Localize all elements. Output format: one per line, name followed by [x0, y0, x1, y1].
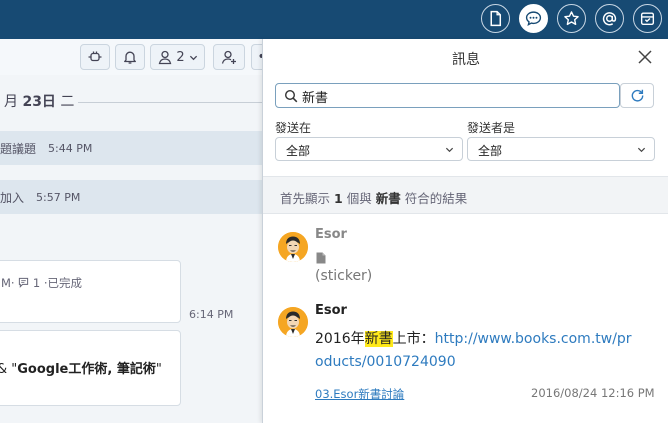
task-card-meta-text: M‧	[1, 276, 19, 290]
note-card-title: & "Google工作術, 筆記術"	[0, 358, 162, 377]
note-card-bold: Google工作術, 筆記術	[17, 362, 156, 377]
filter-in-label: 發送在	[275, 121, 312, 135]
user-icon	[159, 50, 172, 65]
message-text-pre: 2016年	[315, 331, 365, 347]
member-count: 2	[176, 49, 185, 65]
message-text-post: 上市：	[392, 331, 435, 347]
system-message-time: 5:44 PM	[48, 141, 93, 155]
result-summary-pre: 首先顯示	[280, 191, 331, 206]
note-card-suffix: "	[155, 362, 162, 377]
document-icon	[490, 10, 502, 27]
messages-button[interactable]	[519, 4, 548, 33]
chevron-down-icon	[445, 147, 454, 153]
avatar-face-icon	[278, 307, 308, 337]
integration-button[interactable]	[80, 44, 110, 70]
notification-button[interactable]	[115, 44, 145, 70]
result-count: 1	[334, 191, 343, 206]
star-icon	[564, 11, 579, 26]
task-card-comment-count: 1	[32, 276, 41, 290]
add-user-icon	[221, 50, 236, 64]
plug-icon	[88, 51, 102, 62]
comment-icon	[19, 277, 29, 288]
system-message-time: 5:57 PM	[36, 190, 81, 204]
task-card-meta: M‧ 1 ‧已完成	[1, 275, 82, 291]
task-card[interactable]: M‧ 1 ‧已完成	[0, 260, 181, 323]
close-button[interactable]	[636, 48, 654, 66]
date-weekday: 二	[60, 94, 75, 110]
search-box	[275, 83, 620, 108]
panel-title: 訊息	[452, 52, 480, 68]
result-summary: 首先顯示 1 個與 新書 符合的結果	[280, 188, 467, 207]
chevron-down-icon	[189, 55, 197, 60]
search-input[interactable]	[302, 87, 602, 105]
close-icon	[638, 50, 652, 64]
system-message-text: 加入	[0, 190, 25, 205]
chat-toolbar: 2 •	[0, 39, 262, 75]
filter-sender-select[interactable]: 全部	[467, 137, 655, 161]
filter-in-select[interactable]: 全部	[275, 137, 463, 161]
date-day: 23日	[22, 94, 56, 110]
message-sender: Esor	[315, 303, 347, 318]
note-card-prefix: & "	[0, 362, 18, 377]
starred-button[interactable]	[557, 4, 586, 33]
avatar[interactable]	[278, 232, 308, 262]
chat-background: 2 • 月 23日 二 題議題 5:44 PM 加入 5:57 PM M‧ 1 …	[0, 39, 262, 423]
task-card-time: 6:14 PM	[189, 308, 234, 321]
chevron-down-icon	[637, 147, 646, 153]
files-button[interactable]	[481, 4, 510, 33]
date-month: 月	[4, 94, 18, 110]
search-highlight: 新書	[364, 331, 393, 347]
add-member-button[interactable]	[213, 44, 245, 70]
system-message-row: 加入 5:57 PM	[0, 180, 262, 214]
result-search-term: 新書	[375, 191, 401, 206]
message-search-panel: 訊息 發送在 發送者是 全部 全部 首先顯示 1 個與 新書 符合的結果	[262, 39, 668, 423]
members-button[interactable]: 2	[150, 44, 205, 70]
avatar-face-icon	[278, 232, 308, 262]
inbox-button[interactable]	[633, 4, 662, 33]
mentions-button[interactable]	[595, 4, 624, 33]
search-icon	[284, 89, 298, 103]
top-navigation-bar	[0, 0, 668, 39]
refresh-button[interactable]	[620, 83, 654, 108]
system-message-text: 題議題	[0, 141, 37, 156]
refresh-icon	[631, 89, 643, 102]
message-sender: Esor	[315, 227, 347, 242]
date-divider: 月 23日 二	[4, 91, 74, 111]
filter-in-value: 全部	[286, 144, 311, 158]
message-timestamp: 2016/08/24 12:16 PM	[531, 386, 655, 400]
date-divider-line	[78, 102, 262, 103]
message-channel-link[interactable]: 03.Esor新書討論	[315, 386, 404, 402]
note-card[interactable]: & "Google工作術, 筆記術"	[0, 330, 181, 406]
bell-icon	[124, 51, 136, 64]
top-icon-group	[481, 4, 662, 33]
system-message-row: 題議題 5:44 PM	[0, 131, 262, 165]
inbox-icon	[640, 12, 655, 26]
task-card-status: ‧已完成	[43, 276, 83, 290]
result-summary-mid: 個與	[346, 191, 372, 206]
at-sign-icon	[602, 12, 617, 26]
filter-sender-value: 全部	[478, 144, 503, 158]
more-button[interactable]: •	[251, 44, 262, 70]
file-icon	[316, 249, 326, 264]
message-text: (sticker)	[315, 268, 373, 284]
result-summary-post: 符合的結果	[404, 191, 468, 206]
filter-sender-label: 發送者是	[467, 121, 516, 135]
avatar[interactable]	[278, 307, 308, 337]
result-summary-bar: 首先顯示 1 個與 新書 符合的結果	[263, 176, 668, 214]
chat-bubble-icon	[525, 11, 542, 26]
message-text: 2016年新書上市：http://www.books.com.tw/produc…	[315, 328, 635, 374]
